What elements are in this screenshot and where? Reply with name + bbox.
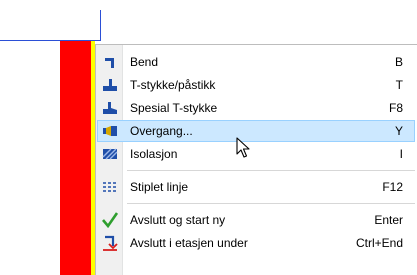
dashed-line-icon bbox=[102, 179, 118, 195]
wall-red-fill bbox=[60, 41, 91, 275]
context-menu: Bend B T-stykke/påstikk T Spesial T-styk… bbox=[95, 44, 417, 275]
guide-line-vertical bbox=[100, 10, 101, 41]
menu-item-label: Avslutt og start ny bbox=[130, 213, 226, 227]
menu-item-finish-and-start-new[interactable]: Avslutt og start ny Enter bbox=[97, 209, 415, 231]
menu-item-shortcut: F8 bbox=[388, 101, 403, 115]
transition-icon bbox=[102, 123, 118, 139]
menu-item-special-tee[interactable]: Spesial T-stykke F8 bbox=[97, 97, 415, 119]
menu-item-insulation[interactable]: Isolasjon I bbox=[97, 143, 415, 165]
menu-item-shortcut: B bbox=[394, 55, 403, 69]
menu-item-label: T-stykke/påstikk bbox=[130, 78, 216, 92]
menu-separator bbox=[127, 203, 415, 204]
checkmark-icon bbox=[102, 212, 119, 229]
menu-item-transition[interactable]: Overgang... Y bbox=[97, 120, 415, 142]
menu-item-shortcut: Enter bbox=[374, 213, 403, 227]
menu-separator bbox=[127, 170, 415, 171]
menu-item-label: Bend bbox=[130, 55, 159, 69]
menu-item-label: Isolasjon bbox=[130, 147, 178, 161]
menu-item-shortcut: Y bbox=[394, 124, 403, 138]
end-below-icon bbox=[102, 235, 118, 251]
menu-item-label: Avslutt i etasjen under bbox=[130, 236, 248, 250]
menu-item-shortcut: I bbox=[399, 147, 403, 161]
menu-item-dashed-line[interactable]: Stiplet linje F12 bbox=[97, 176, 415, 198]
menu-item-finish-floor-below[interactable]: Avslutt i etasjen under Ctrl+End bbox=[97, 232, 415, 254]
tee-icon bbox=[102, 77, 118, 93]
menu-item-bend[interactable]: Bend B bbox=[97, 51, 415, 73]
menu-item-tee[interactable]: T-stykke/påstikk T bbox=[97, 74, 415, 96]
menu-item-shortcut: T bbox=[395, 78, 403, 92]
menu-item-label: Overgang... bbox=[130, 124, 193, 138]
mouse-pointer-icon bbox=[236, 137, 250, 158]
menu-item-shortcut: F12 bbox=[382, 180, 403, 194]
menu-item-label: Stiplet linje bbox=[130, 180, 189, 194]
special-tee-icon bbox=[102, 100, 118, 116]
bend-icon bbox=[102, 54, 118, 70]
insulation-icon bbox=[102, 146, 118, 162]
menu-item-shortcut: Ctrl+End bbox=[355, 236, 403, 250]
menu-item-label: Spesial T-stykke bbox=[130, 101, 218, 115]
